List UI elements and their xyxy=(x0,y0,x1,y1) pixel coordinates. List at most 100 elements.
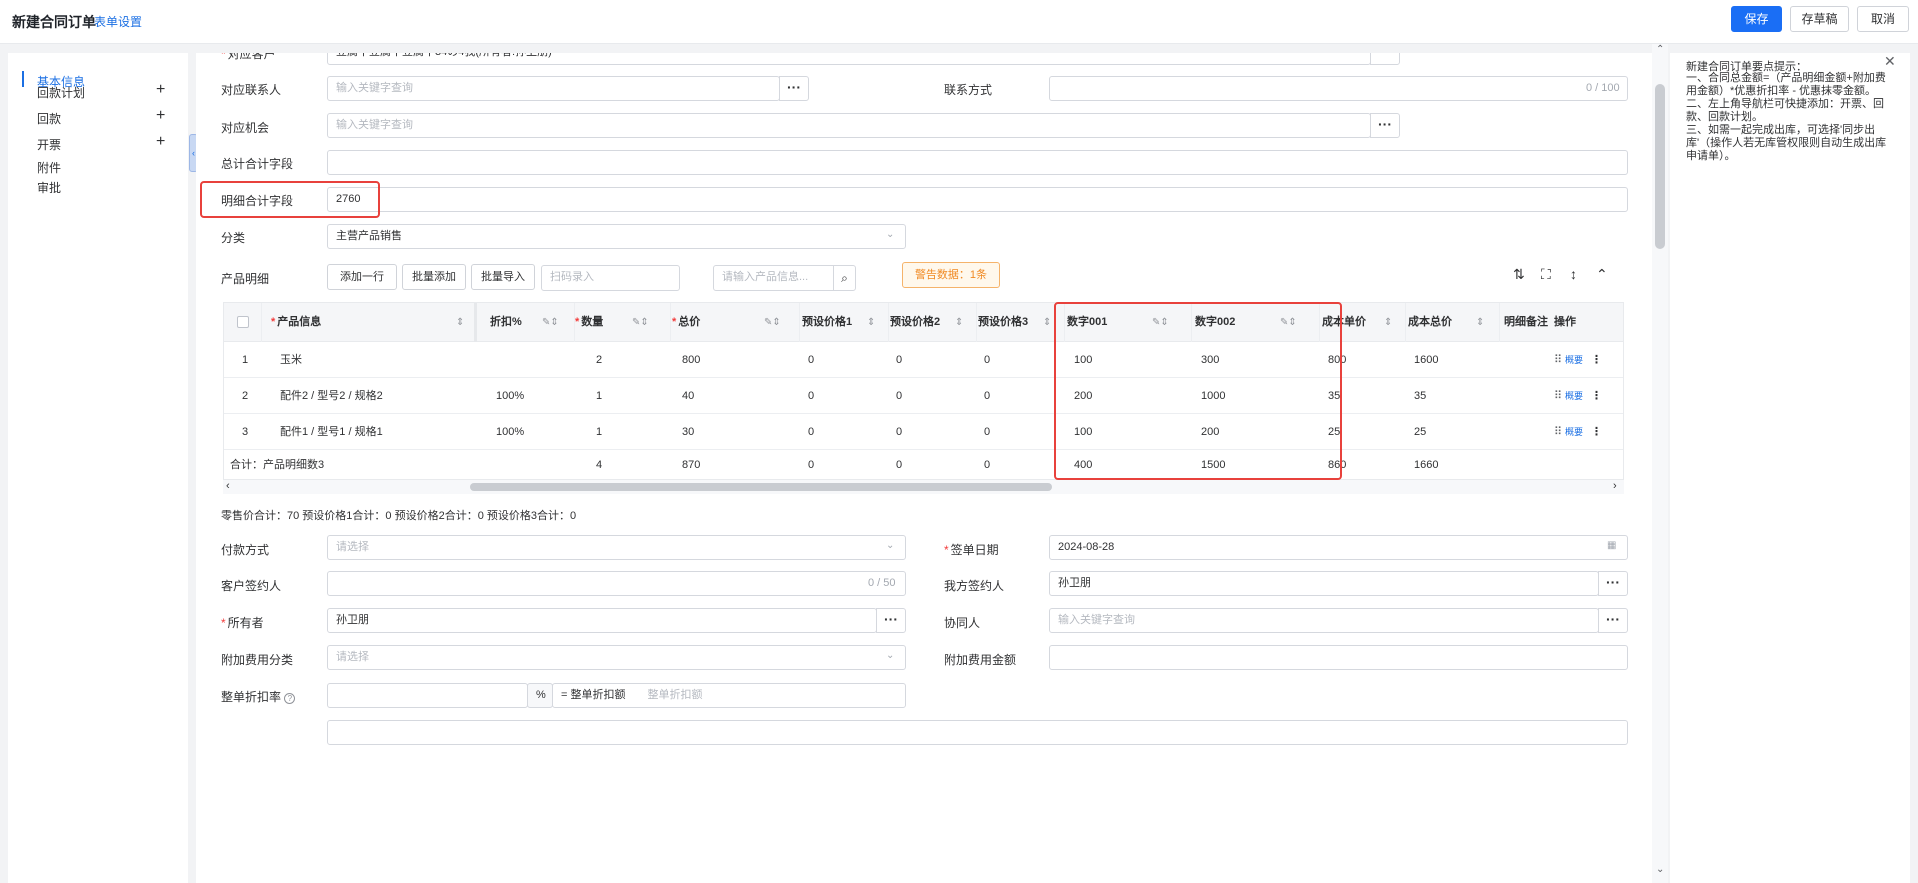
sign-date-field[interactable]: 2024-08-28 xyxy=(1049,535,1628,560)
scan-input[interactable]: 扫码录入 xyxy=(541,265,680,291)
scroll-up-icon[interactable]: ⌃ xyxy=(1656,44,1664,55)
payment-method-select[interactable]: 请选择 xyxy=(327,535,906,560)
sort-preset3-icon[interactable]: ⇕ xyxy=(1043,303,1051,342)
scroll-right-icon[interactable]: › xyxy=(1613,480,1617,492)
scroll-down-icon[interactable]: ⌄ xyxy=(1656,864,1664,875)
row-preset2[interactable]: 0 xyxy=(896,378,902,414)
row-more-icon[interactable]: ⋮ xyxy=(1591,342,1602,378)
row-num001[interactable]: 100 xyxy=(1074,342,1092,378)
sidebar-item-payment[interactable]: 回款 xyxy=(37,110,61,127)
vertical-scroll-thumb[interactable] xyxy=(1655,84,1665,249)
discount-amount-field[interactable]: = 整单折扣额 整单折扣额 xyxy=(552,683,906,708)
sort-preset1-icon[interactable]: ⇕ xyxy=(867,303,875,342)
collaborator-field[interactable]: 输入关键字查询 xyxy=(1049,608,1599,633)
row-summary-link[interactable]: 概要 xyxy=(1565,414,1583,450)
row-preset2[interactable]: 0 xyxy=(896,342,902,378)
row-num001[interactable]: 200 xyxy=(1074,378,1092,414)
customer-more-button[interactable]: ··· xyxy=(1370,53,1400,65)
row-unit-cost[interactable]: 35 xyxy=(1328,378,1340,414)
close-icon[interactable]: ✕ xyxy=(1884,53,1896,70)
sort-unit-cost-icon[interactable]: ⇕ xyxy=(1384,303,1392,342)
table-horizontal-scrollbar[interactable]: ‹ › xyxy=(223,480,1624,494)
row-more-icon[interactable]: ⋮ xyxy=(1591,414,1602,450)
row-qty[interactable]: 2 xyxy=(596,342,602,378)
select-all-checkbox[interactable] xyxy=(237,316,249,328)
row-num002[interactable]: 300 xyxy=(1201,342,1219,378)
collaborator-more-button[interactable]: ··· xyxy=(1598,608,1628,633)
row-unit-cost[interactable]: 800 xyxy=(1328,342,1346,378)
owner-more-button[interactable]: ··· xyxy=(876,608,906,633)
edit-total-icon[interactable]: ✎⇕ xyxy=(764,303,781,342)
row-summary-link[interactable]: 概要 xyxy=(1565,342,1583,378)
product-search-input[interactable]: 请输入产品信息... xyxy=(713,265,834,291)
batch-import-button[interactable]: 批量导入 xyxy=(471,264,535,290)
customer-signer-field[interactable] xyxy=(327,571,906,596)
row-num001[interactable]: 100 xyxy=(1074,414,1092,450)
table-row[interactable]: 1 玉米 2 800 0 0 0 100 300 800 1600 ⠿ 概要 ⋮ xyxy=(224,342,1623,378)
row-num002[interactable]: 200 xyxy=(1201,414,1219,450)
sort-total-cost-icon[interactable]: ⇕ xyxy=(1476,303,1484,342)
row-discount[interactable]: 100% xyxy=(496,414,524,450)
save-button[interactable]: 保存 xyxy=(1731,6,1782,32)
row-preset3[interactable]: 0 xyxy=(984,414,990,450)
cancel-button[interactable]: 取消 xyxy=(1857,6,1909,32)
add-payment-plan-icon[interactable]: + xyxy=(156,81,165,99)
edit-num002-icon[interactable]: ✎⇕ xyxy=(1280,303,1297,342)
row-total[interactable]: 800 xyxy=(682,342,700,378)
row-preset3[interactable]: 0 xyxy=(984,342,990,378)
table-row[interactable]: 3 配件1 / 型号1 / 规格1 100% 1 30 0 0 0 100 20… xyxy=(224,414,1623,450)
batch-add-button[interactable]: 批量添加 xyxy=(402,264,466,290)
drag-handle-icon[interactable]: ⠿ xyxy=(1554,414,1562,450)
add-row-button[interactable]: 添加一行 xyxy=(327,264,397,290)
our-signer-more-button[interactable]: ··· xyxy=(1598,571,1628,596)
row-preset1[interactable]: 0 xyxy=(808,378,814,414)
fullscreen-icon[interactable]: ⛶ xyxy=(1541,266,1551,283)
calendar-icon[interactable]: ▦ xyxy=(1607,540,1616,551)
row-product[interactable]: 配件1 / 型号1 / 规格1 xyxy=(280,414,383,450)
total-field-input[interactable] xyxy=(327,150,1628,175)
customer-field[interactable]: 豆腐干豆腐干豆腐干34の4我(所有者:孙卫朋) xyxy=(327,53,1371,65)
phone-field[interactable] xyxy=(1049,76,1628,101)
opportunity-field[interactable]: 输入关键字查询 xyxy=(327,113,1371,138)
row-summary-link[interactable]: 概要 xyxy=(1565,378,1583,414)
edit-discount-icon[interactable]: ✎⇕ xyxy=(542,303,559,342)
row-total[interactable]: 40 xyxy=(682,378,694,414)
row-preset2[interactable]: 0 xyxy=(896,414,902,450)
search-icon[interactable]: ⌕ xyxy=(833,265,856,291)
table-row[interactable]: 2 配件2 / 型号2 / 规格2 100% 1 40 0 0 0 200 10… xyxy=(224,378,1623,414)
scroll-left-icon[interactable]: ‹ xyxy=(226,480,230,492)
sidebar-item-attachment[interactable]: 附件 xyxy=(37,159,61,176)
discount-rate-field[interactable] xyxy=(327,683,528,708)
horizontal-scroll-thumb[interactable] xyxy=(470,483,1052,491)
row-qty[interactable]: 1 xyxy=(596,414,602,450)
contact-more-button[interactable]: ··· xyxy=(779,76,809,101)
collapse-chevron-up-icon[interactable]: ⌃ xyxy=(1596,266,1608,283)
row-more-icon[interactable]: ⋮ xyxy=(1591,378,1602,414)
sort-preset2-icon[interactable]: ⇕ xyxy=(955,303,963,342)
add-invoice-icon[interactable]: + xyxy=(156,133,165,151)
next-field-partial[interactable] xyxy=(327,720,1628,745)
row-product[interactable]: 配件2 / 型号2 / 规格2 xyxy=(280,378,383,414)
drag-handle-icon[interactable]: ⠿ xyxy=(1554,378,1562,414)
row-unit-cost[interactable]: 25 xyxy=(1328,414,1340,450)
our-signer-field[interactable]: 孙卫朋 xyxy=(1049,571,1599,596)
sidebar-item-approval[interactable]: 审批 xyxy=(37,179,61,196)
sidebar-item-payment-plan[interactable]: 回款计划 xyxy=(37,84,85,101)
row-preset1[interactable]: 0 xyxy=(808,414,814,450)
owner-field[interactable]: 孙卫朋 xyxy=(327,608,877,633)
row-discount[interactable]: 100% xyxy=(496,378,524,414)
save-draft-button[interactable]: 存草稿 xyxy=(1790,6,1849,32)
warning-data-tag[interactable]: 警告数据：1条 xyxy=(902,262,1000,288)
row-preset3[interactable]: 0 xyxy=(984,378,990,414)
row-num002[interactable]: 1000 xyxy=(1201,378,1225,414)
help-icon[interactable]: ? xyxy=(284,693,296,704)
drag-handle-icon[interactable]: ⠿ xyxy=(1554,342,1562,378)
row-height-icon[interactable]: ⇅ xyxy=(1513,266,1525,283)
extra-fee-amount-field[interactable] xyxy=(1049,645,1628,670)
row-product[interactable]: 玉米 xyxy=(280,342,302,378)
extra-fee-type-select[interactable]: 请选择 xyxy=(327,645,906,670)
row-preset1[interactable]: 0 xyxy=(808,342,814,378)
detail-field-input[interactable]: 2760 xyxy=(327,187,1628,212)
category-select[interactable]: 主营产品销售 xyxy=(327,224,906,249)
form-settings-link[interactable]: 表单设置 xyxy=(94,13,142,30)
